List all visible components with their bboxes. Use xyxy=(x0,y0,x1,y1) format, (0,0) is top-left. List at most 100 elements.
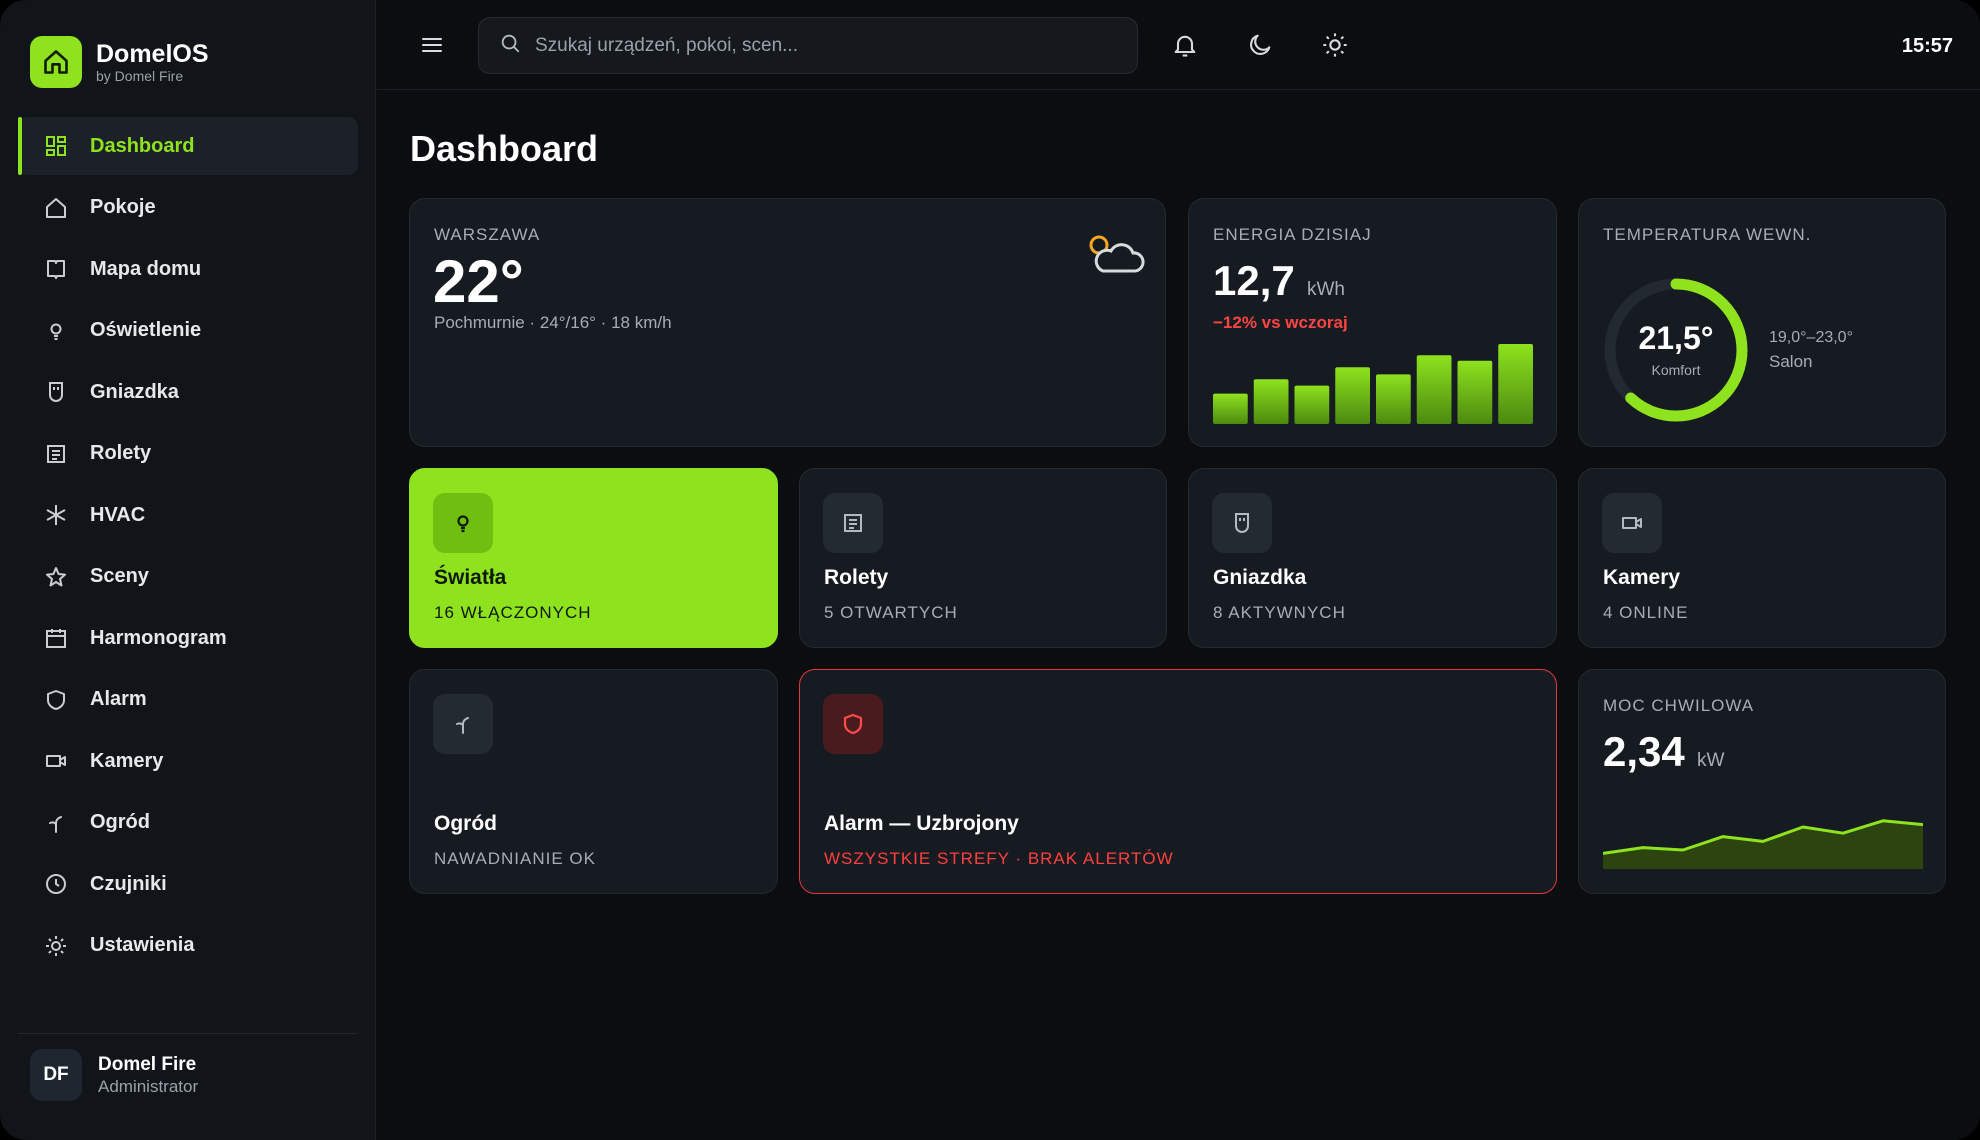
blinds-subtitle: 5 OTWARTYCH xyxy=(824,603,958,622)
energy-bar xyxy=(1294,385,1330,424)
sidebar-item-mapa-domu[interactable]: Mapa domu xyxy=(18,240,358,298)
sidebar-item-label: Czujniki xyxy=(90,872,167,895)
shield-icon xyxy=(42,686,70,714)
blinds-icon xyxy=(823,493,883,553)
garden-title: Ogród xyxy=(434,812,497,835)
app-window: DomelOS by Domel Fire Dashboard Pokoje M… xyxy=(0,0,1980,1140)
bulb-icon xyxy=(42,317,70,345)
sidebar-item-dashboard[interactable]: Dashboard xyxy=(18,117,358,175)
page-title: Dashboard xyxy=(410,128,599,169)
energy-bar xyxy=(1335,367,1370,424)
sidebar-item-alarm[interactable]: Alarm xyxy=(18,671,358,729)
sockets-title: Gniazdka xyxy=(1213,566,1307,589)
home-icon xyxy=(42,194,70,222)
map-icon xyxy=(42,255,70,283)
sidebar-item-kamery[interactable]: Kamery xyxy=(18,732,358,790)
energy-bar xyxy=(1498,344,1533,424)
clock: 15:57 xyxy=(1901,35,1953,57)
alarm-subtitle: WSZYSTKIE STREFY · BRAK ALERTÓW xyxy=(824,849,1174,868)
brand[interactable]: DomelOS by Domel Fire xyxy=(30,36,209,88)
sidebar-item-label: Sceny xyxy=(90,565,149,587)
power-value: 2,34 xyxy=(1603,728,1685,775)
garden-tile[interactable]: Ogród NAWADNIANIE OK xyxy=(409,669,778,894)
sockets-subtitle: 8 AKTYWNYCH xyxy=(1213,603,1346,622)
sidebar-item-czujniki[interactable]: Czujniki xyxy=(18,855,358,913)
temperature-gauge: 21,5° Komfort xyxy=(1601,275,1751,425)
sidebar-item-gniazdka[interactable]: Gniazdka xyxy=(18,363,358,421)
sun-icon[interactable] xyxy=(1318,28,1352,62)
home-logo-icon xyxy=(30,36,82,88)
brand-name: DomelOS xyxy=(96,40,209,68)
plug-icon xyxy=(42,378,70,406)
sidebar-item-label: Ogród xyxy=(90,811,150,833)
search-input[interactable] xyxy=(535,34,1115,57)
temperature-value: 21,5° xyxy=(1638,320,1714,356)
energy-label: ENERGIA DZISIAJ xyxy=(1213,225,1372,244)
blinds-icon xyxy=(42,440,70,468)
cameras-tile[interactable]: Kamery 4 ONLINE xyxy=(1578,468,1946,648)
sidebar-item-label: Dashboard xyxy=(90,134,195,157)
calendar-icon xyxy=(42,624,70,652)
temperature-label: TEMPERATURA WEWN. xyxy=(1603,225,1812,244)
sidebar-item-sceny[interactable]: Sceny xyxy=(18,548,358,606)
temperature-card[interactable]: TEMPERATURA WEWN. 21,5° Komfort 19,0°–23… xyxy=(1578,198,1946,447)
sockets-tile[interactable]: Gniazdka 8 AKTYWNYCH xyxy=(1188,468,1557,648)
power-area xyxy=(1603,820,1923,869)
energy-bar-chart xyxy=(1213,344,1533,424)
weather-temp: 22° xyxy=(433,248,524,315)
power-sparkline xyxy=(1603,819,1923,869)
sidebar-item-label: Rolety xyxy=(90,442,152,464)
avatar: DF xyxy=(30,1049,82,1101)
sidebar-item-label: Oświetlenie xyxy=(90,319,202,341)
clock-icon xyxy=(42,870,70,898)
weather-city: WARSZAWA xyxy=(434,225,541,244)
star-icon xyxy=(42,563,70,591)
lights-title: Światła xyxy=(434,566,507,589)
sidebar-item-pokoje[interactable]: Pokoje xyxy=(18,179,358,237)
lights-subtitle: 16 WŁĄCZONYCH xyxy=(434,603,592,622)
sidebar-item-harmonogram[interactable]: Harmonogram xyxy=(18,609,358,667)
moon-icon[interactable] xyxy=(1243,28,1277,62)
camera-icon xyxy=(1602,493,1662,553)
sidebar-nav: Dashboard Pokoje Mapa domu Oświetlenie G… xyxy=(18,117,358,978)
bulb-icon xyxy=(433,493,493,553)
user-name: Domel Fire xyxy=(98,1053,197,1075)
sprout-icon xyxy=(42,809,70,837)
sidebar-item-label: Kamery xyxy=(90,749,164,772)
menu-icon[interactable] xyxy=(417,30,447,60)
sidebar-item-hvac[interactable]: HVAC xyxy=(18,486,358,544)
camera-icon xyxy=(42,747,70,775)
energy-unit: kWh xyxy=(1307,279,1345,300)
energy-card[interactable]: ENERGIA DZISIAJ 12,7 kWh −12% vs wczoraj xyxy=(1188,198,1557,447)
sidebar-item-label: Ustawienia xyxy=(90,934,195,956)
grid-icon xyxy=(42,132,70,160)
shield-icon xyxy=(823,694,883,754)
alarm-tile[interactable]: Alarm — Uzbrojony WSZYSTKIE STREFY · BRA… xyxy=(799,669,1557,894)
energy-bar xyxy=(1416,355,1452,424)
blinds-tile[interactable]: Rolety 5 OTWARTYCH xyxy=(799,468,1167,648)
topbar: 15:57 xyxy=(377,0,1980,90)
sidebar-item-label: HVAC xyxy=(90,503,146,526)
bell-icon[interactable] xyxy=(1168,28,1202,62)
brand-subtitle: by Domel Fire xyxy=(96,68,184,84)
sidebar-item-label: Harmonogram xyxy=(90,626,227,649)
user-profile[interactable]: DF Domel Fire Administrator xyxy=(30,1049,198,1101)
sidebar: DomelOS by Domel Fire Dashboard Pokoje M… xyxy=(0,0,376,1140)
temperature-status: Komfort xyxy=(1651,362,1701,378)
cameras-title: Kamery xyxy=(1603,566,1681,589)
energy-bar xyxy=(1457,360,1493,424)
sidebar-item-ustawienia[interactable]: Ustawienia xyxy=(18,917,358,975)
lights-tile[interactable]: Światła 16 WŁĄCZONYCH xyxy=(409,468,778,648)
sidebar-item-ogrod[interactable]: Ogród xyxy=(18,794,358,852)
power-card[interactable]: MOC CHWILOWA 2,34 kW xyxy=(1578,669,1946,894)
sidebar-item-label: Pokoje xyxy=(90,196,156,218)
sidebar-item-oswietlenie[interactable]: Oświetlenie xyxy=(18,302,358,360)
weather-card[interactable]: WARSZAWA 22° Pochmurnie · 24°/16° · 18 k… xyxy=(409,198,1166,447)
partly-cloudy-icon xyxy=(1085,231,1145,282)
sidebar-item-rolety[interactable]: Rolety xyxy=(18,425,358,483)
search-icon xyxy=(499,32,521,59)
energy-bar xyxy=(1253,379,1289,424)
power-unit: kW xyxy=(1697,750,1725,771)
sidebar-item-label: Gniazdka xyxy=(90,380,179,403)
search-bar[interactable] xyxy=(478,17,1138,74)
